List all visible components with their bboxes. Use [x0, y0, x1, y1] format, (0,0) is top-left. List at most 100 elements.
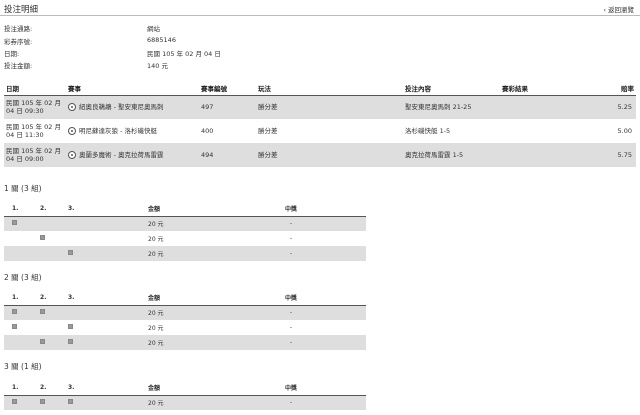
combo-title: 3 關 (1 組): [4, 362, 42, 371]
check-mark: [68, 250, 73, 255]
col-leg-2: 2.: [40, 204, 47, 212]
basketball-icon: [68, 127, 76, 135]
combo-amount: 20 元: [148, 221, 164, 229]
bet-pick: 奧克拉荷馬雷霆 1-5: [405, 151, 464, 159]
check-mark: [68, 399, 73, 405]
table-row: 20 元 -: [4, 231, 366, 246]
col-odds: 賠率: [621, 85, 634, 94]
table-row: 20 元 -: [4, 216, 366, 231]
combo-win: -: [289, 250, 293, 257]
combo-amount: 20 元: [148, 340, 164, 347]
combo-win: -: [289, 324, 293, 331]
combo-win: -: [289, 399, 293, 407]
col-play: 玩法: [258, 85, 271, 94]
bets-table: 日期 賽事 賽事編號 玩法 投注內容 賽彩結果 賠率 民國 105 年 02 月…: [4, 82, 636, 167]
combo-win: -: [289, 309, 293, 317]
col-match-no: 賽事編號: [201, 85, 227, 94]
combo-amount: 20 元: [148, 400, 164, 408]
combo-table: 1. 2. 3. 金額 中獎 20 元 - 20 元 - 20 元 -: [4, 201, 366, 261]
check-mark: [12, 324, 17, 329]
info-label: 日期:: [4, 50, 20, 58]
combo-table: 1. 2. 3. 金額 中獎 20 元 -: [4, 380, 366, 410]
combo-amount: 20 元: [148, 251, 164, 258]
bet-date: 民國 105 年 02 月 04 日 09:30: [6, 99, 61, 116]
table-row: 20 元 -: [4, 305, 366, 320]
col-amount: 金額: [148, 384, 161, 392]
col-leg-2: 2.: [40, 293, 47, 301]
combo-win: -: [289, 220, 293, 228]
col-leg-1: 1.: [12, 293, 19, 301]
bet-play: 勝分差: [258, 127, 278, 135]
bet-match: 紐奧良鵜鶘 - 聖安東尼奧馬刺: [66, 95, 199, 119]
bet-play: 勝分差: [258, 151, 278, 159]
combo-amount: 20 元: [148, 310, 164, 318]
col-result: 賽彩結果: [502, 85, 528, 94]
col-leg-1: 1.: [12, 204, 19, 212]
col-leg-1: 1.: [12, 383, 19, 391]
check-mark: [68, 324, 73, 329]
bet-match: 明尼蘇達灰狼 - 洛杉磯快艇: [66, 119, 199, 143]
bet-play: 勝分差: [258, 103, 278, 112]
bet-pick: 洛杉磯快艇 1-5: [405, 127, 451, 135]
table-row: 民國 105 年 02 月 04 日 09:30 紐奧良鵜鶘 - 聖安東尼奧馬刺…: [4, 95, 636, 119]
col-win: 中獎: [284, 294, 297, 302]
check-mark: [12, 220, 17, 226]
bet-result: [500, 143, 606, 167]
bet-date: 民國 105 年 02 月 04 日 09:00: [6, 147, 61, 163]
table-row: 民國 105 年 02 月 04 日 11:30 明尼蘇達灰狼 - 洛杉磯快艇 …: [4, 119, 636, 143]
combo-amount: 20 元: [148, 325, 164, 332]
col-leg-2: 2.: [40, 383, 47, 391]
col-leg-3: 3.: [68, 204, 75, 212]
match-name: 紐奧良鵜鶘 - 聖安東尼奧馬刺: [79, 103, 164, 112]
col-leg-3: 3.: [68, 293, 75, 301]
bet-match-no: 497: [201, 103, 214, 112]
table-row: 20 元 -: [4, 395, 366, 410]
combo-win: -: [289, 339, 293, 346]
col-amount: 金額: [148, 294, 161, 302]
check-mark: [40, 309, 45, 315]
combo-win: -: [289, 235, 293, 242]
info-value: 民國 105 年 02 月 04 日: [147, 50, 221, 58]
check-mark: [40, 339, 45, 344]
bet-match-no: 494: [201, 151, 214, 159]
combo-amount: 20 元: [148, 236, 164, 243]
bets-header-row: 日期 賽事 賽事編號 玩法 投注內容 賽彩結果 賠率: [4, 82, 636, 95]
bet-result: [500, 95, 606, 119]
col-amount: 金額: [148, 205, 161, 213]
match-name: 明尼蘇達灰狼 - 洛杉磯快艇: [79, 127, 157, 135]
table-row: 20 元 -: [4, 335, 366, 350]
combo-header-row: 1. 2. 3. 金額 中獎: [4, 380, 366, 395]
bet-date: 民國 105 年 02 月 04 日 11:30: [6, 123, 61, 139]
check-mark: [12, 399, 17, 405]
col-win: 中獎: [284, 205, 297, 213]
basketball-icon: [68, 103, 76, 112]
table-row: 20 元 -: [4, 246, 366, 261]
info-value: 6885146: [147, 36, 176, 44]
bet-pick: 聖安東尼奧馬刺 21-25: [405, 103, 472, 112]
page-title: 投注明細: [4, 5, 39, 15]
back-to-browse-link[interactable]: ‹ 返回瀏覽: [603, 4, 634, 14]
bet-odds: 5.75: [617, 151, 632, 159]
combo-header-row: 1. 2. 3. 金額 中獎: [4, 201, 366, 216]
col-match: 賽事: [68, 85, 81, 94]
info-label: 投注通路:: [4, 25, 33, 33]
bet-match: 奧蘭多魔術 - 奧克拉荷馬雷霆: [66, 143, 199, 167]
page-header: 投注明細 ‹ 返回瀏覽: [0, 0, 640, 16]
match-name: 奧蘭多魔術 - 奧克拉荷馬雷霆: [79, 151, 164, 159]
col-date: 日期: [6, 85, 19, 94]
table-row: 民國 105 年 02 月 04 日 09:00 奧蘭多魔術 - 奧克拉荷馬雷霆…: [4, 143, 636, 167]
info-value: 140 元: [147, 62, 168, 70]
basketball-icon: [68, 151, 76, 159]
col-pick: 投注內容: [405, 85, 431, 94]
check-mark: [68, 339, 73, 344]
bet-result: [500, 119, 606, 143]
combo-title: 2 關 (3 組): [4, 273, 42, 282]
check-mark: [40, 235, 45, 240]
check-mark: [12, 309, 17, 315]
bet-odds: 5.25: [617, 103, 632, 112]
bet-odds: 5.00: [617, 127, 632, 135]
col-leg-3: 3.: [68, 383, 75, 391]
combo-header-row: 1. 2. 3. 金額 中獎: [4, 290, 366, 305]
info-label: 投注金額:: [4, 62, 33, 70]
info-value: 網站: [147, 25, 160, 33]
